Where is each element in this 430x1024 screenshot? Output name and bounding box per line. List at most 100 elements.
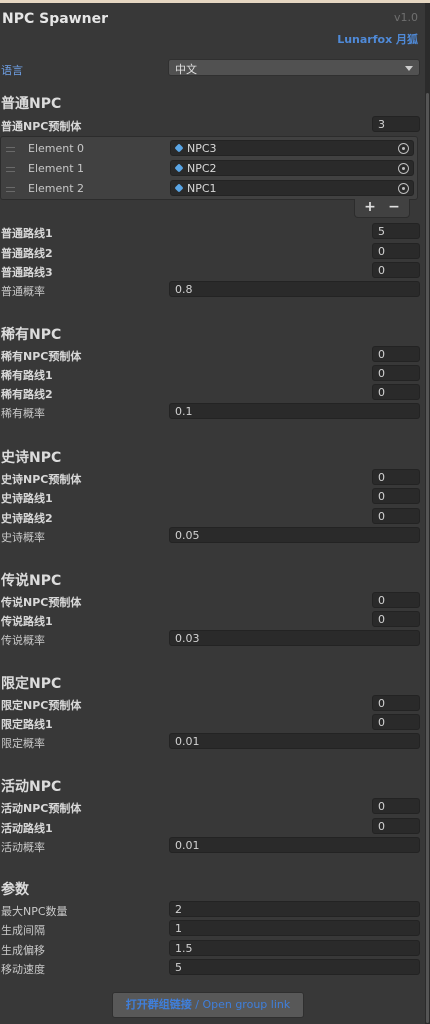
common-prob-field[interactable]: 0.8 <box>169 281 420 297</box>
epic-route2-field[interactable]: 0 <box>372 508 420 524</box>
legend-route1-label: 传说路线1 <box>1 615 53 628</box>
chevron-down-icon <box>405 66 413 71</box>
rare-route2-label: 稀有路线2 <box>1 388 53 401</box>
param-interval-field[interactable]: 1 <box>169 920 420 936</box>
legend-prefab-row: 传说NPC预制体 0 <box>0 592 430 610</box>
prefab-icon <box>174 183 184 193</box>
list-item[interactable]: Element 1 NPC2 <box>1 159 419 177</box>
rare-route1-field[interactable]: 0 <box>372 365 420 381</box>
event-prefab-label: 活动NPC预制体 <box>1 802 82 815</box>
limited-route1-field[interactable]: 0 <box>372 714 420 730</box>
event-prob-label: 活动概率 <box>1 841 45 854</box>
param-offset-label: 生成偏移 <box>1 944 45 957</box>
epic-route2-row: 史诗路线2 0 <box>0 508 430 526</box>
object-picker-icon[interactable] <box>398 183 409 194</box>
open-group-link-button[interactable]: 打开群组链接 / Open group link <box>112 992 304 1018</box>
list-item[interactable]: Element 0 NPC3 <box>1 139 419 157</box>
limited-prefab-label: 限定NPC预制体 <box>1 699 82 712</box>
common-prefab-list: Element 0 NPC3 Element 1 NPC2 Element 2 … <box>0 136 418 200</box>
event-route1-row: 活动路线1 0 <box>0 818 430 836</box>
legend-prob-row: 传说概率 0.03 <box>0 630 430 648</box>
limited-route1-label: 限定路线1 <box>1 718 53 731</box>
remove-element-button[interactable]: − <box>383 199 405 215</box>
object-picker-icon[interactable] <box>398 163 409 174</box>
legend-prob-field[interactable]: 0.03 <box>169 630 420 646</box>
rare-prob-field[interactable]: 0.1 <box>169 403 420 419</box>
object-field-value: NPC1 <box>187 182 217 195</box>
param-interval-row: 生成间隔 1 <box>0 920 430 938</box>
element-label: Element 2 <box>28 182 85 195</box>
param-interval-label: 生成间隔 <box>1 924 45 937</box>
common-route3-row: 普通路线3 0 <box>0 262 430 280</box>
epic-prob-field[interactable]: 0.05 <box>169 527 420 543</box>
param-offset-row: 生成偏移 1.5 <box>0 940 430 958</box>
language-dropdown-value: 中文 <box>175 63 197 76</box>
common-route1-field[interactable]: 5 <box>372 223 420 239</box>
rare-route1-row: 稀有路线1 0 <box>0 365 430 383</box>
section-title-rare: 稀有NPC <box>1 327 62 343</box>
common-prob-label: 普通概率 <box>1 285 45 298</box>
epic-route1-row: 史诗路线1 0 <box>0 488 430 506</box>
rare-route2-field[interactable]: 0 <box>372 384 420 400</box>
object-field[interactable]: NPC3 <box>170 140 414 156</box>
epic-prefab-count-field[interactable]: 0 <box>372 469 420 485</box>
common-route2-row: 普通路线2 0 <box>0 243 430 261</box>
version-label: v1.0 <box>393 11 418 24</box>
epic-route1-field[interactable]: 0 <box>372 488 420 504</box>
common-route3-field[interactable]: 0 <box>372 262 420 278</box>
rare-prefab-row: 稀有NPC预制体 0 <box>0 346 430 364</box>
param-max-npc-label: 最大NPC数量 <box>1 905 68 918</box>
language-label: 语言 <box>1 64 23 77</box>
event-prefab-count-field[interactable]: 0 <box>372 798 420 814</box>
limited-prob-field[interactable]: 0.01 <box>169 733 420 749</box>
add-element-button[interactable]: + <box>359 199 381 215</box>
param-speed-label: 移动速度 <box>1 963 45 976</box>
param-speed-row: 移动速度 5 <box>0 959 430 977</box>
section-title-event: 活动NPC <box>1 779 62 795</box>
language-dropdown[interactable]: 中文 <box>168 59 420 76</box>
object-picker-icon[interactable] <box>398 143 409 154</box>
section-title-common: 普通NPC <box>1 96 62 112</box>
param-offset-field[interactable]: 1.5 <box>169 940 420 956</box>
drag-handle-icon[interactable] <box>6 147 15 152</box>
list-add-remove-footer: + − <box>354 199 410 218</box>
common-route2-label: 普通路线2 <box>1 247 53 260</box>
object-field[interactable]: NPC2 <box>170 160 414 176</box>
limited-prob-label: 限定概率 <box>1 737 45 750</box>
legend-prob-label: 传说概率 <box>1 634 45 647</box>
param-max-npc-row: 最大NPC数量 2 <box>0 901 430 919</box>
rare-prefab-count-field[interactable]: 0 <box>372 346 420 362</box>
drag-handle-icon[interactable] <box>6 187 15 192</box>
common-route1-label: 普通路线1 <box>1 227 53 240</box>
limited-prefab-count-field[interactable]: 0 <box>372 695 420 711</box>
drag-handle-icon[interactable] <box>6 167 15 172</box>
common-route1-row: 普通路线1 5 <box>0 223 430 241</box>
rare-prob-row: 稀有概率 0.1 <box>0 403 430 421</box>
legend-prefab-count-field[interactable]: 0 <box>372 592 420 608</box>
rare-route2-row: 稀有路线2 0 <box>0 384 430 402</box>
author-link[interactable]: Lunarfox 月狐 <box>337 31 418 47</box>
common-route2-field[interactable]: 0 <box>372 243 420 259</box>
common-prefab-label: 普通NPC预制体 <box>1 120 82 133</box>
event-route1-field[interactable]: 0 <box>372 818 420 834</box>
legend-route1-field[interactable]: 0 <box>372 611 420 627</box>
rare-route1-label: 稀有路线1 <box>1 369 53 382</box>
object-field-value: NPC3 <box>187 142 217 155</box>
event-prefab-row: 活动NPC预制体 0 <box>0 798 430 816</box>
epic-route1-label: 史诗路线1 <box>1 492 53 505</box>
event-prob-field[interactable]: 0.01 <box>169 837 420 853</box>
common-prefab-row: 普通NPC预制体 3 <box>0 116 430 134</box>
object-field[interactable]: NPC1 <box>170 180 414 196</box>
list-item[interactable]: Element 2 NPC1 <box>1 179 419 197</box>
epic-prefab-label: 史诗NPC预制体 <box>1 473 82 486</box>
open-group-link-label-cn: 打开群组链接 <box>125 998 192 1011</box>
common-route3-label: 普通路线3 <box>1 266 53 279</box>
event-route1-label: 活动路线1 <box>1 822 53 835</box>
param-speed-field[interactable]: 5 <box>169 959 420 975</box>
event-prob-row: 活动概率 0.01 <box>0 837 430 855</box>
common-prefab-count-field[interactable]: 3 <box>372 116 420 132</box>
param-max-npc-field[interactable]: 2 <box>169 901 420 917</box>
section-title-limited: 限定NPC <box>1 676 62 692</box>
object-field-value: NPC2 <box>187 162 217 175</box>
prefab-icon <box>174 143 184 153</box>
